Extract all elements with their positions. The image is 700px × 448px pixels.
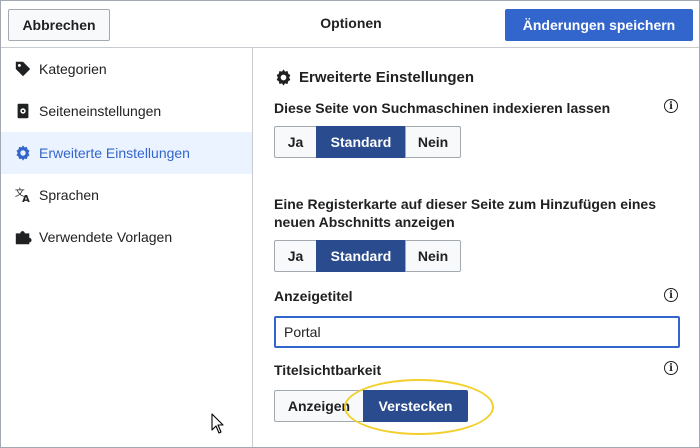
sidebar-item-seiteneinstellungen[interactable]: Seiteneinstellungen <box>1 90 252 132</box>
tag-icon <box>13 59 33 79</box>
svg-text:A: A <box>22 194 30 204</box>
gear-icon <box>276 69 291 86</box>
indexing-toggle: Ja Standard Nein <box>274 126 461 158</box>
info-icon[interactable]: i <box>664 361 678 375</box>
sidebar-item-erweiterte-einstellungen[interactable]: Erweiterte Einstellungen <box>1 132 252 174</box>
indexing-option-standard[interactable]: Standard <box>316 126 406 158</box>
indexing-option-nein[interactable]: Nein <box>405 126 461 158</box>
sidebar-item-kategorien[interactable]: Kategorien <box>1 48 252 90</box>
sidebar-item-label: Seiteneinstellungen <box>39 103 162 119</box>
display-title-label: Anzeigetitel <box>274 288 353 304</box>
display-title-input[interactable] <box>274 316 680 348</box>
info-icon[interactable]: i <box>664 99 678 113</box>
new-section-tab-label-line1: Eine Registerkarte auf dieser Seite zum … <box>274 196 656 212</box>
new-section-tab-label-line2: neuen Abschnitts anzeigen <box>274 214 455 230</box>
title-visibility-option-verstecken[interactable]: Verstecken <box>363 390 468 422</box>
section-title-label: Erweiterte Einstellungen <box>299 69 475 86</box>
mouse-pointer-icon <box>211 413 224 434</box>
dialog-header: Abbrechen Optionen Änderungen speichern <box>1 1 699 48</box>
dialog-title: Optionen <box>320 15 382 31</box>
indexing-label: Diese Seite von Suchmaschinen indexieren… <box>274 100 611 116</box>
sidebar-item-label: Sprachen <box>39 187 99 203</box>
new-section-tab-toggle: Ja Standard Nein <box>274 240 461 272</box>
new-section-option-ja[interactable]: Ja <box>274 240 317 272</box>
section-title: Erweiterte Einstellungen <box>274 68 474 87</box>
dialog: Abbrechen Optionen Änderungen speichern … <box>0 0 700 448</box>
cancel-button[interactable]: Abbrechen <box>8 9 110 41</box>
sidebar-item-label: Erweiterte Einstellungen <box>39 145 190 161</box>
settings-panel: Erweiterte Einstellungen Diese Seite von… <box>253 48 699 447</box>
sidebar-item-label: Verwendete Vorlagen <box>39 229 173 245</box>
new-section-option-standard[interactable]: Standard <box>316 240 406 272</box>
sidebar-item-label: Kategorien <box>39 61 107 77</box>
language-icon: 文A <box>13 185 33 205</box>
info-icon[interactable]: i <box>664 288 678 302</box>
title-visibility-toggle: Anzeigen Verstecken <box>274 390 468 422</box>
sidebar-item-sprachen[interactable]: 文A Sprachen <box>1 174 252 216</box>
new-section-option-nein[interactable]: Nein <box>405 240 461 272</box>
puzzle-icon <box>13 227 33 247</box>
page-settings-icon <box>13 101 33 121</box>
indexing-option-ja[interactable]: Ja <box>274 126 317 158</box>
sidebar: Kategorien Seiteneinstellungen Erweitert… <box>1 48 253 447</box>
sidebar-item-verwendete-vorlagen[interactable]: Verwendete Vorlagen <box>1 216 252 258</box>
save-changes-button[interactable]: Änderungen speichern <box>505 9 693 41</box>
title-visibility-option-anzeigen[interactable]: Anzeigen <box>274 390 364 422</box>
title-visibility-label: Titelsichtbarkeit <box>274 362 382 378</box>
gear-icon <box>13 143 33 163</box>
